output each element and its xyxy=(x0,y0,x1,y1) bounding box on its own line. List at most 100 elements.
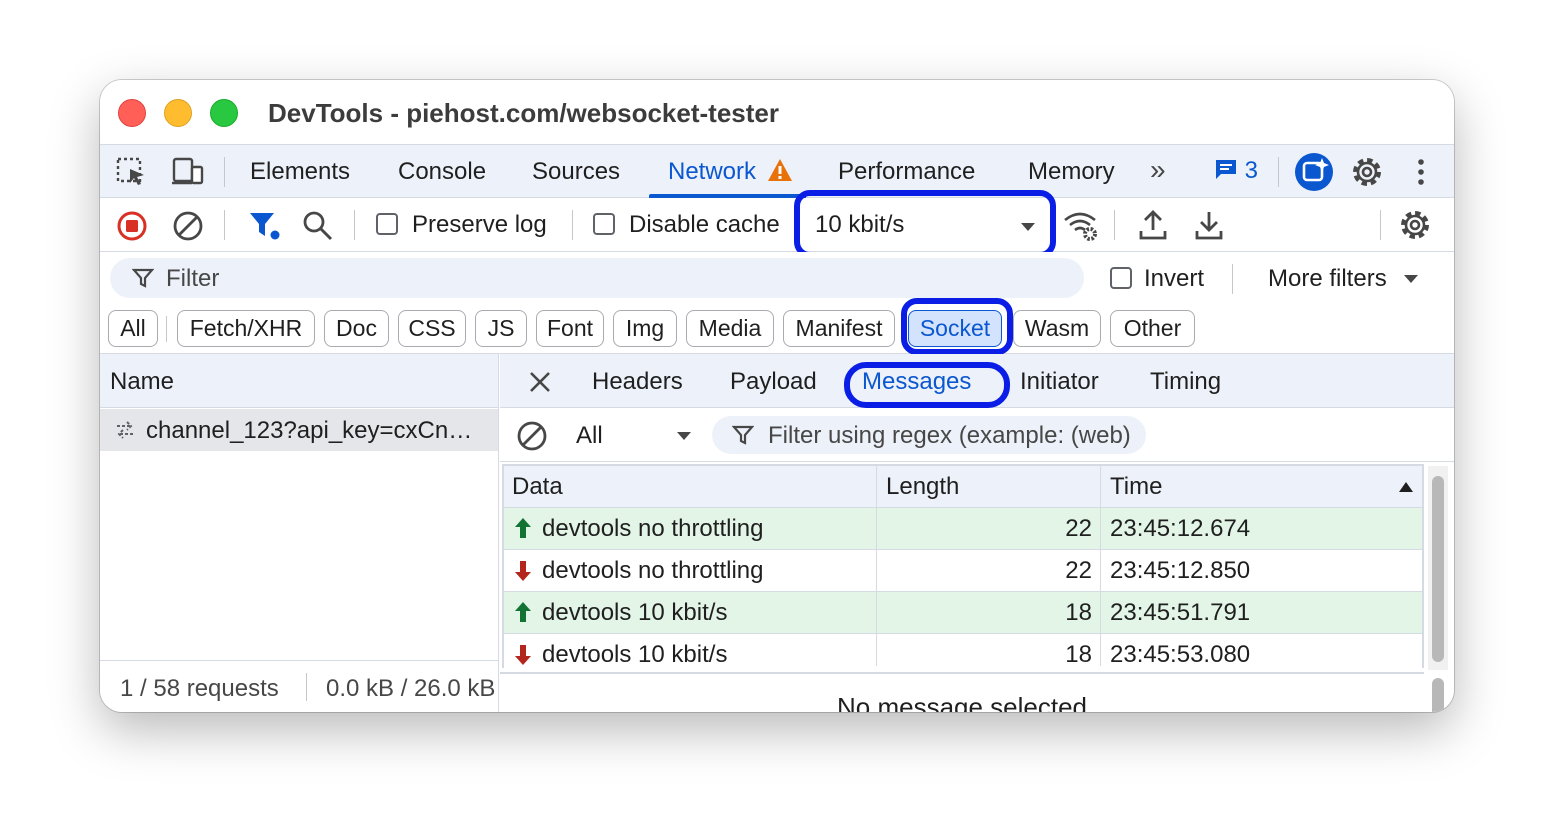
message-row[interactable]: devtools 10 kbit/s 18 23:45:53.080 xyxy=(504,634,1422,676)
zoom-window-button[interactable] xyxy=(210,99,238,127)
devtools-window: DevTools - piehost.com/websocket-tester … xyxy=(100,80,1454,712)
more-filters-label: More filters xyxy=(1268,265,1387,292)
filter-chip-fetch-xhr[interactable]: Fetch/XHR xyxy=(177,310,315,347)
clear-icon[interactable] xyxy=(172,210,204,242)
warning-icon xyxy=(767,159,792,181)
message-preview: No message selected xyxy=(500,672,1424,712)
divider xyxy=(354,210,355,240)
device-toolbar-icon[interactable] xyxy=(170,157,206,187)
close-icon[interactable] xyxy=(528,370,552,394)
sent-arrow-up-icon xyxy=(515,518,531,538)
issues-counter[interactable]: 3 xyxy=(1214,157,1258,185)
tab-initiator[interactable]: Initiator xyxy=(1020,368,1099,396)
tab-console[interactable]: Console xyxy=(398,158,486,186)
preview-scrollbar-thumb[interactable] xyxy=(1432,678,1444,712)
websocket-icon xyxy=(117,421,133,439)
request-details: Headers Payload Messages Initiator Timin… xyxy=(500,354,1454,712)
message-type-select[interactable]: All xyxy=(576,422,696,450)
more-options-icon[interactable] xyxy=(1410,157,1432,187)
column-divider xyxy=(876,466,877,666)
filter-input[interactable]: Filter xyxy=(110,258,1084,298)
messages-grid-header: Data Length Time xyxy=(504,466,1422,508)
filter-chip-img[interactable]: Img xyxy=(613,310,677,347)
inspect-element-icon[interactable] xyxy=(116,157,148,187)
time-column-header[interactable]: Time xyxy=(1110,473,1162,501)
tab-elements[interactable]: Elements xyxy=(250,158,350,186)
upload-icon[interactable] xyxy=(1138,209,1168,241)
tab-network-label: Network xyxy=(668,158,757,185)
filter-funnel-icon[interactable] xyxy=(248,210,282,242)
messages-grid: Data Length Time devtools no throttling … xyxy=(502,464,1424,676)
filter-chip-wasm[interactable]: Wasm xyxy=(1013,310,1101,347)
tab-network[interactable]: Network xyxy=(668,158,793,186)
message-data: devtools no throttling xyxy=(542,515,764,542)
divider xyxy=(572,210,573,240)
divider xyxy=(1380,210,1381,240)
disable-cache-checkbox[interactable] xyxy=(593,213,615,235)
more-tabs-chevron-icon[interactable]: » xyxy=(1150,154,1166,186)
ai-assistant-icon[interactable] xyxy=(1294,152,1334,192)
panel-tab-bar: Elements Console Sources Network Perform… xyxy=(100,144,1454,198)
title-bar: DevTools - piehost.com/websocket-tester xyxy=(100,80,1454,144)
tab-performance[interactable]: Performance xyxy=(838,158,975,186)
tab-sources[interactable]: Sources xyxy=(532,158,620,186)
message-length: 22 xyxy=(1065,557,1092,584)
filter-chip-css[interactable]: CSS xyxy=(398,310,466,347)
filter-chip-manifest[interactable]: Manifest xyxy=(783,310,895,347)
regex-filter-input[interactable]: Filter using regex (example: (web) xyxy=(712,416,1146,454)
more-filters-dropdown[interactable]: More filters xyxy=(1268,265,1419,293)
filter-chip-js[interactable]: JS xyxy=(475,310,527,347)
settings-gear-icon[interactable] xyxy=(1350,155,1384,189)
messages-scrollbar-thumb[interactable] xyxy=(1432,476,1444,662)
filter-chip-font[interactable]: Font xyxy=(536,310,604,347)
sort-ascending-icon xyxy=(1399,482,1413,492)
socket-highlight xyxy=(901,298,1013,355)
filter-chip-other[interactable]: Other xyxy=(1110,310,1195,347)
network-settings-gear-icon[interactable] xyxy=(1398,208,1432,242)
message-row[interactable]: devtools no throttling 22 23:45:12.674 xyxy=(504,508,1422,550)
status-bar: 1 / 58 requests 0.0 kB / 26.0 kB xyxy=(100,660,498,712)
filter-chip-media[interactable]: Media xyxy=(686,310,774,347)
tab-memory[interactable]: Memory xyxy=(1028,158,1115,186)
received-arrow-down-icon xyxy=(515,645,531,665)
messages-highlight xyxy=(844,362,1010,408)
clear-messages-icon[interactable] xyxy=(516,420,548,452)
tab-timing[interactable]: Timing xyxy=(1150,368,1221,396)
stop-recording-icon[interactable] xyxy=(116,210,148,242)
name-column-header[interactable]: Name xyxy=(110,368,174,396)
download-icon[interactable] xyxy=(1194,209,1224,241)
request-list: Name channel_123?api_key=cxCn… 1 / 58 re… xyxy=(100,354,499,712)
request-name: channel_123?api_key=cxCn… xyxy=(146,417,473,444)
preserve-log-checkbox[interactable] xyxy=(376,213,398,235)
tab-headers[interactable]: Headers xyxy=(592,368,683,396)
received-arrow-down-icon xyxy=(515,561,531,581)
filter-chip-all[interactable]: All xyxy=(108,310,158,347)
request-row[interactable]: channel_123?api_key=cxCn… xyxy=(100,409,498,451)
sent-arrow-up-icon xyxy=(515,602,531,622)
divider xyxy=(166,316,167,342)
filter-chip-doc[interactable]: Doc xyxy=(324,310,389,347)
invert-checkbox[interactable] xyxy=(1110,267,1132,289)
divider xyxy=(1278,157,1279,187)
divider xyxy=(1114,210,1115,240)
disable-cache-label: Disable cache xyxy=(629,211,780,238)
search-icon[interactable] xyxy=(302,210,334,242)
minimize-window-button[interactable] xyxy=(164,99,192,127)
tab-payload[interactable]: Payload xyxy=(730,368,817,396)
divider xyxy=(306,673,307,701)
message-row[interactable]: devtools no throttling 22 23:45:12.850 xyxy=(504,550,1422,592)
messages-toolbar: All Filter using regex (example: (web) xyxy=(500,408,1454,462)
close-window-button[interactable] xyxy=(118,99,146,127)
message-time: 23:45:12.850 xyxy=(1110,557,1251,584)
invert-label: Invert xyxy=(1144,265,1205,292)
message-data: devtools 10 kbit/s xyxy=(542,641,728,668)
length-column-header[interactable]: Length xyxy=(886,473,959,501)
message-row[interactable]: devtools 10 kbit/s 18 23:45:51.791 xyxy=(504,592,1422,634)
resource-type-filters: All Fetch/XHR Doc CSS JS Font Img Media … xyxy=(100,298,1454,355)
regex-placeholder: Filter using regex (example: (web) xyxy=(768,422,1131,449)
network-conditions-icon[interactable] xyxy=(1062,208,1100,242)
filter-funnel-icon xyxy=(732,425,754,445)
divider xyxy=(224,210,225,240)
issues-count: 3 xyxy=(1244,157,1259,184)
data-column-header[interactable]: Data xyxy=(512,473,563,501)
